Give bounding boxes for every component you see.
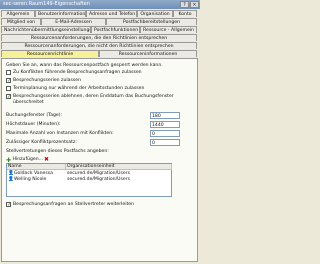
tab-adresse-und-telefon[interactable]: Adresse und Telefon xyxy=(86,10,137,17)
booking-window-label: Buchungsfenster (Tage): xyxy=(6,113,63,118)
max-conflicts-input[interactable]: 0 xyxy=(150,130,180,137)
add-delegate-button[interactable]: ✚ Hinzufügen... xyxy=(6,156,44,164)
booking-window-input[interactable]: 180 xyxy=(150,112,180,119)
add-icon: ✚ xyxy=(6,156,12,164)
delegates-label: Stellvertretungen dieses Postfachs angeb… xyxy=(6,149,109,154)
delegates-list: Name Organisationseinheit 👤 Goldack Vane… xyxy=(6,163,172,197)
user-icon: 👤 xyxy=(8,171,14,176)
close-button[interactable]: × xyxy=(190,1,199,8)
tab-ressource-allgemein[interactable]: Ressource - Allgemein xyxy=(140,26,197,33)
tab-email-adressen[interactable]: E-Mail-Adressen xyxy=(41,18,106,25)
max-duration-input[interactable]: 1440 xyxy=(150,121,180,128)
option-conflicts-label: Zu Konflikten führende Besprechungsanfra… xyxy=(13,70,142,75)
tab-ressourcenrichtlinie[interactable]: Ressourcenrichtlinie xyxy=(1,50,99,57)
conflict-percent-input[interactable]: 0 xyxy=(150,139,180,146)
column-header-ou[interactable]: Organisationseinheit xyxy=(66,164,172,170)
forward-to-delegates-label: Besprechungsanfragen an Stellvertreter w… xyxy=(13,202,135,207)
policy-panel: Geben Sie an, wann das Ressourcenpostfac… xyxy=(1,58,198,262)
tab-konto[interactable]: Konto xyxy=(173,10,197,17)
tab-row-2: Mitglied von E-Mail-Adressen Postfachber… xyxy=(1,18,197,25)
add-delegate-label: Hinzufügen... xyxy=(12,157,44,162)
tab-organisation[interactable]: Organisation xyxy=(137,10,173,17)
tab-row-5: Ressourcenanforderungen, die nicht den R… xyxy=(1,42,197,49)
tab-allgemein[interactable]: Allgemein xyxy=(1,10,35,17)
forward-to-delegates-checkbox[interactable]: ✓ xyxy=(6,202,11,208)
user-icon: 👤 xyxy=(8,177,14,182)
tab-row-4: Ressourcenanforderungen, die den Richtli… xyxy=(1,34,197,41)
max-duration-label: Höchstdauer (Minuten): xyxy=(6,122,61,127)
red-x-icon[interactable]: ✖ xyxy=(44,156,49,163)
tab-row-3: Nachrichtenübermittlungseinstellungen Po… xyxy=(1,26,197,33)
option-recurring-checkbox[interactable]: ✓ xyxy=(6,78,11,84)
option-conflicts-checkbox[interactable] xyxy=(6,70,11,75)
window-title: sec-seren.Raum149-Eigenschaften xyxy=(3,1,90,7)
tab-mitglied-von[interactable]: Mitglied von xyxy=(1,18,41,25)
tab-row-6: Ressourcenrichtlinie Ressourceninformati… xyxy=(1,50,197,57)
tab-benutzerinformationen[interactable]: Benutzerinformationen xyxy=(35,10,86,17)
window-title-bar: sec-seren.Raum149-Eigenschaften ? × xyxy=(0,0,200,9)
list-item[interactable]: 👤 Welling Nicole secured.de/Migration/Us… xyxy=(8,177,171,183)
help-button[interactable]: ? xyxy=(180,1,189,8)
max-conflicts-label: Maximale Anzahl von Instanzen mit Konfli… xyxy=(6,131,114,136)
tab-nachrichtenuebermittlung[interactable]: Nachrichtenübermittlungseinstellungen xyxy=(1,26,91,33)
tab-anforderungen-nicht-entsprechend[interactable]: Ressourcenanforderungen, die nicht den R… xyxy=(1,42,197,49)
conflict-percent-label: Zulässiger Konfliktprozentsatz: xyxy=(6,140,77,145)
tab-row-1: Allgemein Benutzerinformationen Adresse … xyxy=(1,10,197,17)
option-reject-beyond-window-checkbox[interactable]: ✓ xyxy=(6,94,11,100)
option-working-hours-label: Terminplanung nur während der Arbeitsstu… xyxy=(13,86,145,91)
column-header-name[interactable]: Name xyxy=(7,164,66,170)
tab-ressourceninformationen[interactable]: Ressourceninformationen xyxy=(99,50,197,57)
tab-anforderungen-entsprechend[interactable]: Ressourcenanforderungen, die den Richtli… xyxy=(1,34,197,41)
delegate-name: Welling Nicole xyxy=(14,177,47,182)
delegate-ou: secured.de/Migration/Users xyxy=(67,177,131,182)
tab-postfachfunktionen[interactable]: Postfachfunktionen xyxy=(91,26,140,33)
tab-postfachbereitstellungen[interactable]: Postfachbereitstellungen xyxy=(106,18,197,25)
option-recurring-label: Besprechungsserien zulassen xyxy=(13,78,81,83)
option-reject-beyond-window-label: Besprechungsserien ablehnen, deren Endda… xyxy=(13,94,174,105)
option-working-hours-checkbox[interactable] xyxy=(6,86,11,91)
policy-intro: Geben Sie an, wann das Ressourcenpostfac… xyxy=(6,63,163,68)
